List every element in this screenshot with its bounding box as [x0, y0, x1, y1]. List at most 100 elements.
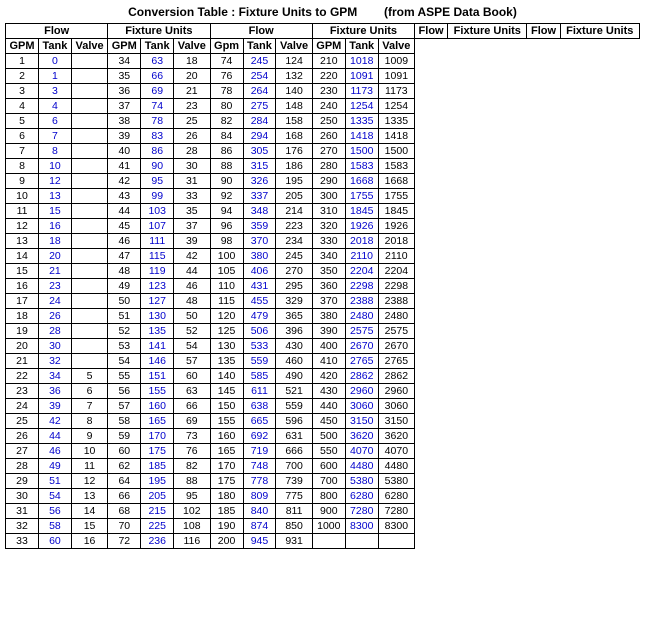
table-cell: 1418: [345, 129, 378, 144]
table-cell: 1755: [378, 189, 414, 204]
table-cell: 170: [141, 429, 174, 444]
table-row: 32581570225108190874850100083008300: [6, 519, 640, 534]
table-cell: 4: [39, 99, 72, 114]
table-cell: 2110: [345, 249, 378, 264]
table-cell: 2765: [378, 354, 414, 369]
table-cell: 95: [141, 174, 174, 189]
table-cell: 2298: [378, 279, 414, 294]
table-cell: 115: [210, 294, 243, 309]
table-cell: 748: [243, 459, 276, 474]
table-cell: 46: [108, 234, 141, 249]
table-cell: 600: [312, 459, 345, 474]
table-cell: 78: [141, 114, 174, 129]
table-cell: 1755: [345, 189, 378, 204]
table-cell: 305: [243, 144, 276, 159]
table-cell: 105: [210, 264, 243, 279]
h1-fixture-2: Fixture Units: [312, 24, 414, 39]
table-row: 784086288630517627015001500: [6, 144, 640, 159]
table-cell: 900: [312, 504, 345, 519]
table-cell: 44: [108, 204, 141, 219]
table-cell: 348: [243, 204, 276, 219]
table-cell: 6: [39, 114, 72, 129]
table-cell: 330: [312, 234, 345, 249]
table-cell: 1000: [312, 519, 345, 534]
table-cell: 150: [210, 399, 243, 414]
h2-tank-4: Tank: [345, 39, 378, 54]
table-cell: 86: [210, 144, 243, 159]
table-cell: 175: [210, 474, 243, 489]
table-cell: 2298: [345, 279, 378, 294]
table-cell: 2862: [345, 369, 378, 384]
table-cell: 44: [174, 264, 210, 279]
table-cell: 54: [39, 489, 72, 504]
table-cell: 9: [71, 429, 107, 444]
table-cell: 63: [174, 384, 210, 399]
table-cell: 36: [108, 84, 141, 99]
table-cell: 245: [276, 249, 312, 264]
table-cell: 107: [141, 219, 174, 234]
table-cell: 6: [71, 384, 107, 399]
table-cell: 23: [39, 279, 72, 294]
table-cell: 430: [312, 384, 345, 399]
table-cell: 6280: [378, 489, 414, 504]
h2-valve-4: Valve: [378, 39, 414, 54]
table-cell: 430: [276, 339, 312, 354]
table-cell: 4: [6, 99, 39, 114]
table-row: 121645107379635922332019261926: [6, 219, 640, 234]
table-body: 1034631874245124210101810092135662076254…: [6, 54, 640, 549]
table-cell: 380: [312, 309, 345, 324]
table-cell: 10: [71, 444, 107, 459]
table-cell: 51: [39, 474, 72, 489]
table-cell: 15: [71, 519, 107, 534]
table-cell: 1091: [345, 69, 378, 84]
table-cell: 370: [243, 234, 276, 249]
table-row: 26449591707316069263150036203620: [6, 429, 640, 444]
table-cell: 165: [210, 444, 243, 459]
table-cell: 506: [243, 324, 276, 339]
table-cell: [71, 174, 107, 189]
table-cell: 7280: [345, 504, 378, 519]
table-cell: 533: [243, 339, 276, 354]
table-cell: 1335: [345, 114, 378, 129]
table-cell: 195: [141, 474, 174, 489]
table-row: 1826511305012047936538024802480: [6, 309, 640, 324]
table-cell: 14: [71, 504, 107, 519]
table-cell: 4070: [378, 444, 414, 459]
table-cell: 60: [39, 534, 72, 549]
table-cell: 0: [39, 54, 72, 69]
table-cell: 39: [108, 129, 141, 144]
table-cell: 15: [6, 264, 39, 279]
table-cell: 148: [276, 99, 312, 114]
table-cell: 460: [276, 354, 312, 369]
table-cell: 52: [108, 324, 141, 339]
table-cell: 14: [6, 249, 39, 264]
table-cell: 56: [108, 384, 141, 399]
table-cell: 5: [71, 369, 107, 384]
table-cell: 245: [243, 54, 276, 69]
table-cell: 8300: [345, 519, 378, 534]
table-cell: 25: [6, 414, 39, 429]
table-cell: 35: [108, 69, 141, 84]
table-cell: 28: [6, 459, 39, 474]
table-cell: 55: [108, 369, 141, 384]
table-cell: 42: [108, 174, 141, 189]
table-cell: [71, 84, 107, 99]
table-cell: 78: [210, 84, 243, 99]
table-cell: 2575: [345, 324, 378, 339]
table-cell: 8300: [378, 519, 414, 534]
table-cell: 124: [276, 54, 312, 69]
table-cell: 275: [243, 99, 276, 114]
table-cell: 74: [141, 99, 174, 114]
table-cell: [71, 294, 107, 309]
table-cell: 500: [312, 429, 345, 444]
table-cell: 98: [210, 234, 243, 249]
table-cell: [71, 219, 107, 234]
table-cell: 46: [39, 444, 72, 459]
table-cell: 6: [6, 129, 39, 144]
table-cell: 850: [276, 519, 312, 534]
table-cell: 2480: [378, 309, 414, 324]
table-cell: 100: [210, 249, 243, 264]
table-cell: 1583: [345, 159, 378, 174]
table-cell: 9: [6, 174, 39, 189]
table-cell: 11: [71, 459, 107, 474]
